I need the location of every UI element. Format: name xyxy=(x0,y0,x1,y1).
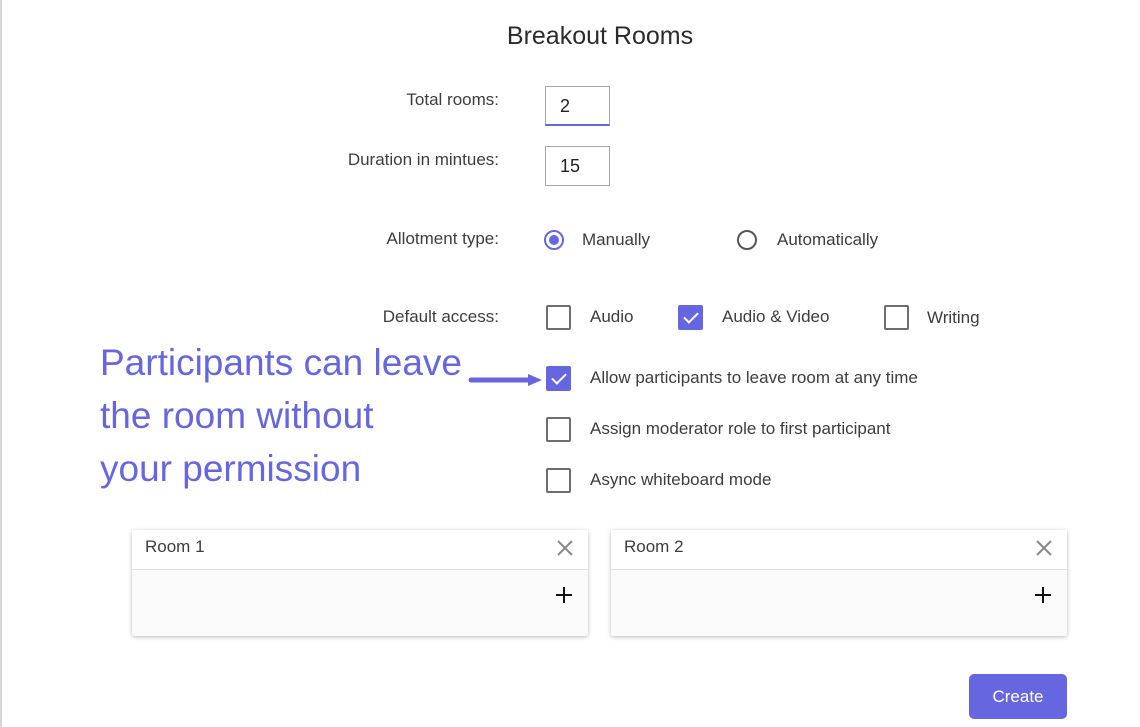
checkbox-allow-leave-label[interactable]: Allow participants to leave room at any … xyxy=(590,368,918,388)
window-left-border xyxy=(0,0,2,727)
add-participant-icon[interactable] xyxy=(1031,583,1055,607)
radio-manually[interactable] xyxy=(544,230,564,250)
default-access-label: Default access: xyxy=(382,307,499,326)
close-icon[interactable] xyxy=(554,537,576,559)
room-card-1: Room 1 xyxy=(132,530,588,636)
checkbox-assign-moderator-label[interactable]: Assign moderator role to first participa… xyxy=(590,419,890,439)
annotation-arrow-icon xyxy=(468,374,542,386)
close-icon[interactable] xyxy=(1033,537,1055,559)
duration-label: Duration in mintues: xyxy=(347,150,499,169)
radio-automatically[interactable] xyxy=(737,230,757,250)
checkbox-async-whiteboard[interactable] xyxy=(546,468,571,493)
allotment-type-label: Allotment type: xyxy=(386,229,499,248)
radio-manually-label[interactable]: Manually xyxy=(582,230,650,250)
add-participant-icon[interactable] xyxy=(552,583,576,607)
checkbox-writing-label[interactable]: Writing xyxy=(927,308,980,328)
checkbox-audio[interactable] xyxy=(546,305,571,330)
checkbox-assign-moderator[interactable] xyxy=(546,417,571,442)
checkbox-audio-video-label[interactable]: Audio & Video xyxy=(722,307,829,327)
checkbox-async-whiteboard-label[interactable]: Async whiteboard mode xyxy=(590,470,771,490)
checkbox-audio-label[interactable]: Audio xyxy=(590,307,633,327)
duration-input[interactable]: 15 xyxy=(545,146,610,186)
dialog-title: Breakout Rooms xyxy=(506,22,694,50)
checkbox-allow-leave[interactable] xyxy=(546,366,571,391)
checkbox-writing[interactable] xyxy=(884,305,909,330)
total-rooms-label: Total rooms: xyxy=(406,90,499,109)
total-rooms-input[interactable]: 2 xyxy=(545,86,610,126)
room-name: Room 2 xyxy=(624,537,684,556)
room-card-header: Room 2 xyxy=(611,530,1067,570)
room-card-2: Room 2 xyxy=(611,530,1067,636)
checkbox-audio-video[interactable] xyxy=(678,305,703,330)
room-card-header: Room 1 xyxy=(132,530,588,570)
create-button[interactable]: Create xyxy=(969,674,1067,719)
radio-automatically-label[interactable]: Automatically xyxy=(777,230,878,250)
annotation-callout: Participants can leave the room without … xyxy=(100,342,462,489)
room-name: Room 1 xyxy=(145,537,205,556)
